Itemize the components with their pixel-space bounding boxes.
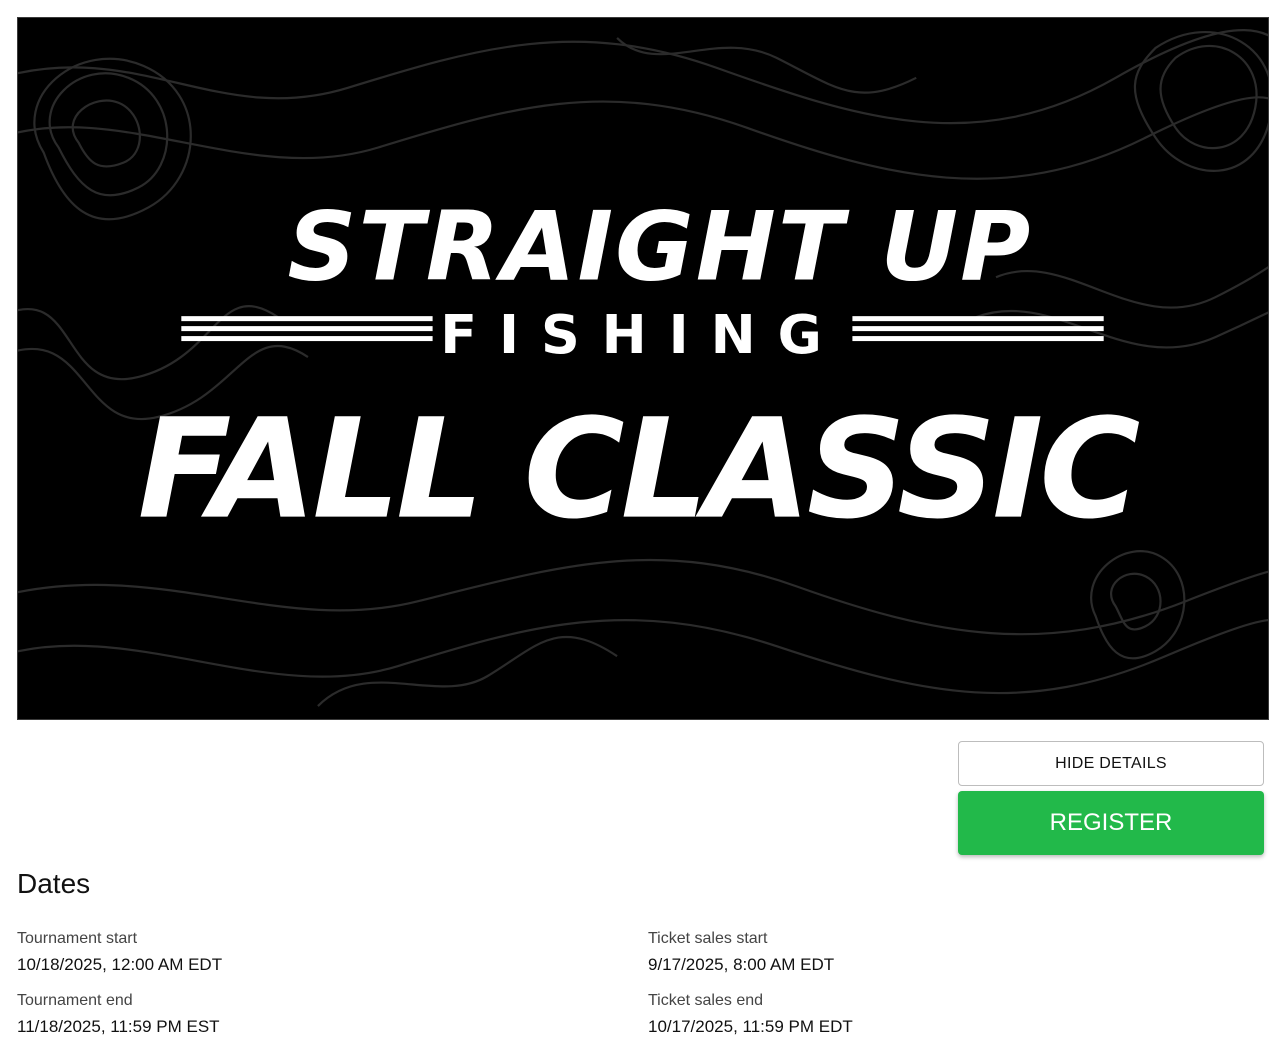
event-banner-image: STRAIGHT UP FISHING FALL CLASSIC [17,17,1269,720]
tournament-start-value: 10/18/2025, 12:00 AM EDT [17,955,223,974]
banner-artwork: STRAIGHT UP FISHING FALL CLASSIC [18,29,1268,707]
tournament-page: STRAIGHT UP FISHING FALL CLASSIC HIDE DE… [0,0,1280,1062]
tournament-end-label: Tournament end [17,992,133,1009]
tournament-start-item: Tournament start 10/18/2025, 12:00 AM ED… [17,929,222,975]
logo-rule-left-middle [181,326,433,332]
hide-details-button[interactable]: HIDE DETAILS [958,741,1264,786]
logo-rule-left-top [181,316,433,322]
tournament-end-item: Tournament end 11/18/2025, 11:59 PM EST [17,991,220,1037]
register-button[interactable]: REGISTER [958,791,1264,855]
logo-rule-right-middle [852,326,1104,332]
logo-line-fishing: FISHING [440,303,843,366]
topographic-lines [18,29,1268,707]
dates-section-title: Dates [17,868,91,899]
banner-logo: STRAIGHT UP FISHING FALL CLASSIC [138,190,1144,550]
logo-line-straight-up: STRAIGHT UP [288,190,1033,302]
logo-line-fall-classic: FALL CLASSIC [138,390,1140,550]
tournament-end-value: 11/18/2025, 11:59 PM EST [17,1017,220,1036]
logo-rule-right-bottom [852,336,1104,342]
logo-rule-left-bottom [181,336,433,342]
ticket-sales-end-item: Ticket sales end 10/17/2025, 11:59 PM ED… [648,991,853,1037]
ticket-sales-end-value: 10/17/2025, 11:59 PM EDT [648,1017,853,1036]
ticket-sales-start-item: Ticket sales start 9/17/2025, 8:00 AM ED… [648,929,834,975]
tournament-start-label: Tournament start [17,930,138,947]
ticket-sales-start-value: 9/17/2025, 8:00 AM EDT [648,955,835,974]
ticket-sales-end-label: Ticket sales end [648,992,764,1009]
logo-rule-right-top [852,316,1104,322]
ticket-sales-start-label: Ticket sales start [648,930,768,947]
